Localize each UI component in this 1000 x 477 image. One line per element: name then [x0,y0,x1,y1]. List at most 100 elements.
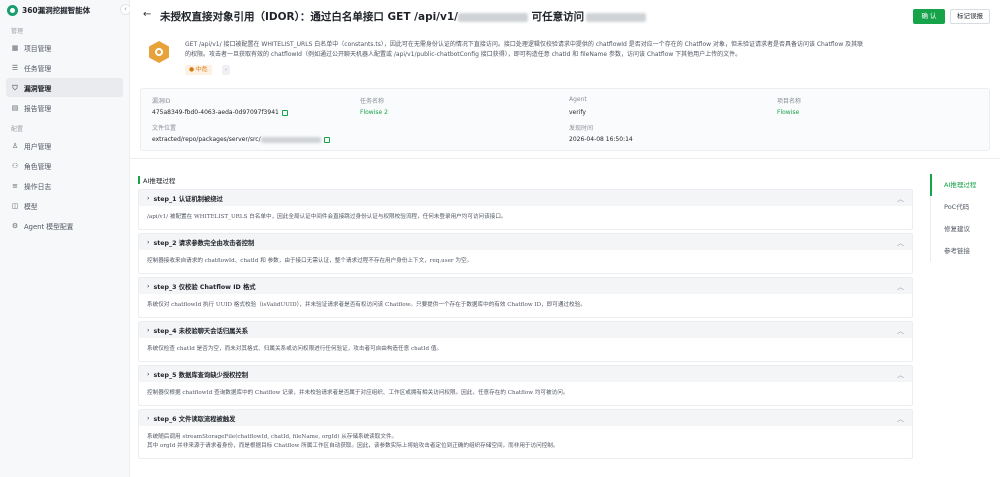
agent-label: Agent [569,96,587,103]
brand: 360漏洞挖掘智能体 [0,0,129,20]
chevron-up-icon[interactable]: ︿ [897,282,904,292]
step-body: 控制器仅根据 chatflowId 查询数据库中的 Chatflow 记录，并未… [147,390,569,396]
section-title-text: AI推理过程 [143,177,176,185]
user-icon: ♙ [11,141,19,150]
agent-value: verify [569,109,586,116]
toc-ai-reasoning[interactable]: AI推理过程 [930,174,996,196]
step-body: 系统随后调用 streamStorageFile(chatflowId, cha… [139,426,912,458]
page-title: 未授权直接对象引用（IDOR）：通过白名单接口 GET /api/v1/ 可任意… [160,9,647,24]
redacted-text [586,12,647,22]
sidebar-item-label: 项目管理 [24,44,52,53]
cube-icon: ◫ [11,201,19,210]
file-location-label: 文件位置 [152,125,177,132]
step-header[interactable]: › step_2 请求参数完全由攻击者控制 ︿ [139,234,912,250]
sidebar-item-label: 任务管理 [24,64,52,73]
caret-right-icon: › [147,194,150,202]
page-title-text: 未授权直接对象引用（IDOR）：通过白名单接口 GET /api/v1/ [160,11,459,23]
accent-bar [138,176,140,184]
vuln-description-line: 的权限。攻击者一旦获取有效的 chatflowId（例如通过公开聊天机器人配置或… [185,51,742,58]
step-body-line: 系统随后调用 streamStorageFile(chatflowId, cha… [147,434,398,440]
sidebar-item-label: 用户管理 [24,142,52,151]
chevron-up-icon[interactable]: ︿ [897,326,904,336]
sidebar-item-label: 漏洞管理 [24,84,52,93]
sidebar-item-tasks[interactable]: ☰ 任务管理 [6,58,123,77]
project-label: 项目名称 [777,98,802,105]
step-body-line: 其中 orgId 并非来源于请求者身份，而是根据目标 Chatflow 所属工作… [147,443,559,449]
redacted-text [260,136,321,143]
toc-fix-suggestion[interactable]: 修复建议 [931,218,996,240]
caret-right-icon: › [147,414,150,422]
reasoning-step: › step_6 文件读取流程被触发 ︿ 系统随后调用 streamStorag… [138,409,913,459]
copy-icon[interactable] [323,136,330,143]
shield-icon: ⛉ [12,83,18,92]
step-header[interactable]: › step_3 仅校验 Chatflow ID 格式 ︿ [139,278,912,294]
confirm-button[interactable]: 确 认 [913,9,945,24]
step-body: 系统仅检查 chatId 是否为空，而未对其格式、归属关系或访问权限进行任何验证… [147,346,443,352]
back-arrow-icon[interactable]: ← [143,9,151,20]
sidebar-item-users[interactable]: ♙ 用户管理 [6,136,123,155]
step-title: step_1 认证机制被绕过 [153,195,223,203]
table-of-contents: AI推理过程 PoC代码 修复建议 参考链接 [930,174,996,262]
step-header[interactable]: › step_1 认证机制被绕过 ︿ [139,190,912,206]
chevron-up-icon[interactable]: ︿ [897,414,904,424]
step-body: /api/v1/ 被配置在 WHITELIST_URLS 白名单中，因此全局认证… [147,214,507,220]
found-time-value: 2026-04-08 16:50:14 [569,136,633,143]
ai-reasoning-section: AI推理过程 › step_1 认证机制被绕过 ︿ /api/v1/ 被配置在 … [138,174,913,459]
toc-references[interactable]: 参考链接 [931,240,996,262]
mark-false-positive-button[interactable]: 标记误报 [950,9,990,24]
grid-icon: ▦ [11,43,19,52]
step-header[interactable]: › step_4 未校验聊天会话归属关系 ︿ [139,322,912,338]
sidebar-item-vulns[interactable]: ⛉ 漏洞管理 [6,78,123,97]
sidebar-item-label: 操作日志 [24,182,52,191]
sidebar-section-manage: 管理 [11,28,24,35]
sidebar-item-label: 报告管理 [24,104,52,113]
main-content: ← 未授权直接对象引用（IDOR）：通过白名单接口 GET /api/v1/ 可… [130,0,1000,477]
vuln-description: GET /api/v1/ 接口被配置在 WHITELIST_URLS 白名单中（… [185,40,990,60]
caret-right-icon: › [147,238,150,246]
found-time-label: 发现时间 [569,125,594,132]
vulnerability-hexagon-icon [149,41,169,63]
sidebar-section-config: 配置 [11,126,24,133]
redacted-text [458,12,529,22]
step-title: step_2 请求参数完全由攻击者控制 [153,239,255,247]
vuln-id-text: 475a8349-fbd0-4063-aeda-0d97097f3941 [152,109,279,116]
sidebar-item-reports[interactable]: ▤ 报告管理 [6,98,123,117]
severity-label: 中危 [195,67,208,73]
task-link[interactable]: Flowise 2 [360,109,388,116]
file-location-value: extracted/repo/packages/server/src/ [152,136,330,143]
step-title: step_5 数据库查询缺少授权控制 [153,371,249,379]
project-link[interactable]: Flowise [777,109,799,116]
caret-right-icon: › [147,326,150,334]
chevron-up-icon[interactable]: ︿ [897,238,904,248]
divider [130,158,1000,159]
step-body: 控制器接收来自请求的 chatflowId、chatId 和 参数，由于接口无需… [147,258,473,264]
reasoning-step: › step_2 请求参数完全由攻击者控制 ︿ 控制器接收来自请求的 chatf… [138,233,913,274]
step-header[interactable]: › step_5 数据库查询缺少授权控制 ︿ [139,366,912,382]
copy-icon[interactable] [281,109,288,116]
vuln-id-value: 475a8349-fbd0-4063-aeda-0d97097f3941 [152,109,288,116]
reasoning-step: › step_5 数据库查询缺少授权控制 ︿ 控制器仅根据 chatflowId… [138,365,913,406]
role-icon: ⚇ [11,161,19,170]
step-title: step_4 未校验聊天会话归属关系 [153,327,249,335]
file-path-text: extracted/repo/packages/server/src/ [152,136,261,143]
reasoning-step: › step_1 认证机制被绕过 ︿ /api/v1/ 被配置在 WHITELI… [138,189,913,230]
severity-badge: ● 中危 [185,65,212,75]
chevron-up-icon[interactable]: ︿ [897,194,904,204]
step-header[interactable]: › step_6 文件读取流程被触发 ︿ [139,410,912,426]
sidebar-item-roles[interactable]: ⚇ 角色管理 [6,156,123,175]
reasoning-step: › step_4 未校验聊天会话归属关系 ︿ 系统仅检查 chatId 是否为空… [138,321,913,362]
sidebar-item-models[interactable]: ◫ 模型 [6,196,123,215]
vuln-meta-panel: 漏洞ID 475a8349-fbd0-4063-aeda-0d97097f394… [140,88,990,151]
toc-poc-code[interactable]: PoC代码 [931,196,996,218]
extra-tag: - [222,65,231,75]
chevron-up-icon[interactable]: ︿ [897,370,904,380]
sidebar-item-label: 模型 [24,202,38,211]
vuln-id-label: 漏洞ID [152,98,171,105]
caret-right-icon: › [147,282,150,290]
sidebar-item-agent-models[interactable]: ⚙ Agent 模型配置 [6,216,123,235]
page-title-suffix: 可任意访问 [528,11,585,23]
sidebar-item-logs[interactable]: ≡ 操作日志 [6,176,123,195]
sidebar-item-label: Agent 模型配置 [24,222,74,231]
sidebar: 360漏洞挖掘智能体 ‹ 管理 ▦ 项目管理 ☰ 任务管理 ⛉ 漏洞管理 ▤ 报… [0,0,131,477]
sidebar-item-projects[interactable]: ▦ 项目管理 [6,38,123,57]
